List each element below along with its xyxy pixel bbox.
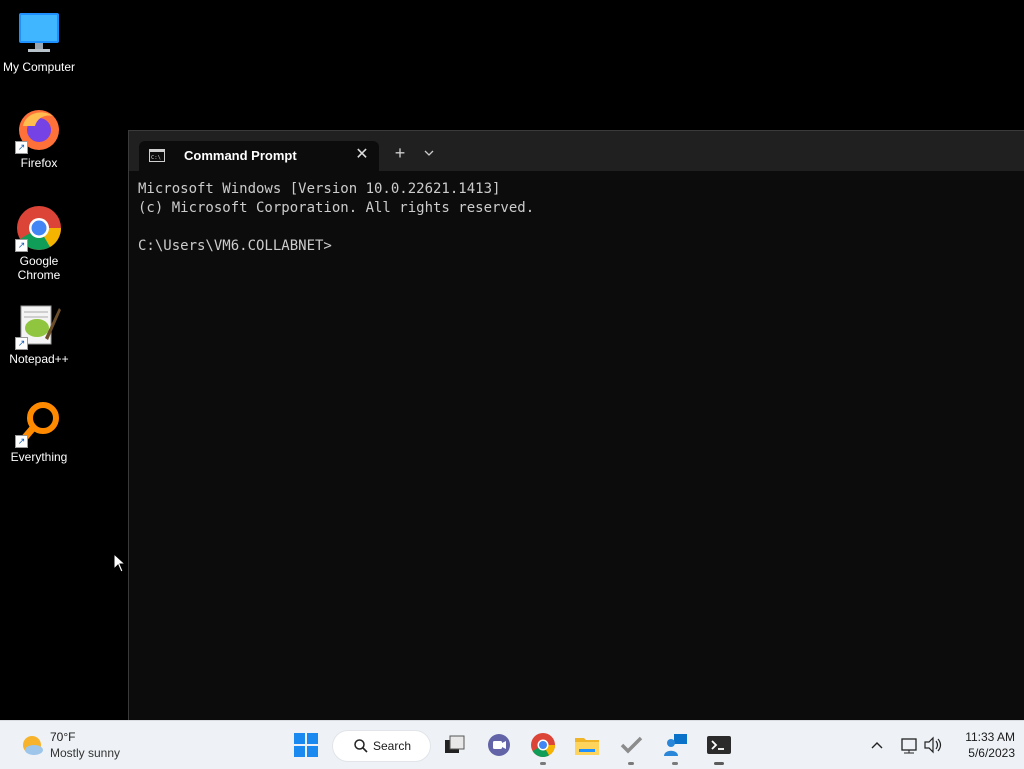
notepadpp-icon: ↗: [15, 302, 63, 350]
terminal-icon[interactable]: [703, 729, 735, 765]
chrome-icon[interactable]: [527, 729, 559, 765]
running-indicator: [628, 762, 634, 765]
clock-time: 11:33 AM: [965, 730, 1015, 744]
network-icon[interactable]: [898, 729, 920, 761]
monitor-icon: [15, 10, 63, 58]
firefox-icon: ↗: [15, 106, 63, 154]
desktop-icon-everything[interactable]: ↗ Everything: [0, 400, 78, 464]
console-line: (c) Microsoft Corporation. All rights re…: [138, 200, 535, 216]
tab-title: Command Prompt: [184, 148, 297, 163]
mouse-cursor-icon: [113, 552, 127, 573]
desktop-icon-label: Firefox: [20, 156, 58, 170]
file-explorer-icon[interactable]: [571, 729, 603, 761]
shortcut-arrow-icon: ↗: [15, 141, 28, 154]
sun-cloud-icon: [20, 733, 44, 757]
shortcut-arrow-icon: ↗: [15, 435, 28, 448]
desktop-icon-chrome[interactable]: ↗ Google Chrome: [0, 204, 78, 282]
taskbar: 70°F Mostly sunny Search 11:33 AM 5/6/20…: [0, 720, 1024, 769]
desktop-icon-firefox[interactable]: ↗ Firefox: [0, 106, 78, 170]
console-prompt: C:\Users\VM6.COLLABNET>: [138, 238, 332, 254]
svg-text:C:\: C:\: [151, 155, 161, 161]
running-indicator: [540, 762, 546, 765]
tab-command-prompt[interactable]: C:\ Command Prompt ✕: [139, 141, 379, 171]
new-tab-button[interactable]: +: [391, 143, 409, 163]
search-icon: [354, 739, 368, 753]
chevron-up-icon[interactable]: [866, 729, 888, 761]
console-line: Microsoft Windows [Version 10.0.22621.14…: [138, 181, 501, 197]
weather-widget[interactable]: 70°F Mostly sunny: [18, 727, 148, 763]
chrome-icon: ↗: [15, 204, 63, 252]
shortcut-arrow-icon: ↗: [15, 239, 28, 252]
desktop-icon-label: Google Chrome: [17, 254, 61, 282]
terminal-window[interactable]: C:\ Command Prompt ✕ + Microsoft Windows…: [128, 130, 1024, 721]
chevron-down-icon[interactable]: [421, 145, 437, 161]
close-tab-button[interactable]: ✕: [352, 144, 372, 166]
running-indicator: [714, 762, 724, 765]
everything-icon: ↗: [15, 400, 63, 448]
desktop-icon-notepadpp[interactable]: ↗ Notepad++: [0, 302, 78, 366]
search-label: Search: [373, 739, 412, 753]
desktop-icon-label: My Computer: [2, 60, 76, 74]
weather-condition: Mostly sunny: [50, 746, 121, 760]
desktop-icon-my-computer[interactable]: My Computer: [0, 10, 78, 74]
console-output[interactable]: Microsoft Windows [Version 10.0.22621.14…: [138, 180, 534, 256]
running-indicator: [672, 762, 678, 765]
weather-temp: 70°F: [50, 730, 76, 744]
search-button[interactable]: Search: [332, 730, 431, 762]
volume-icon[interactable]: [922, 729, 944, 761]
task-view-icon[interactable]: [439, 729, 471, 761]
desktop-icon-label: Everything: [10, 450, 68, 464]
clock[interactable]: 11:33 AM 5/6/2023: [945, 729, 1015, 761]
shortcut-arrow-icon: ↗: [15, 337, 28, 350]
teams-chat-icon[interactable]: [483, 729, 515, 761]
checkmark-app-icon[interactable]: [615, 729, 647, 765]
clock-date: 5/6/2023: [968, 746, 1015, 760]
cmd-icon: C:\: [149, 149, 165, 162]
start-icon[interactable]: [290, 729, 322, 761]
tab-bar: C:\ Command Prompt ✕ +: [129, 131, 1024, 171]
desktop-icon-label: Notepad++: [9, 352, 69, 366]
remote-desktop-icon[interactable]: [659, 729, 691, 765]
